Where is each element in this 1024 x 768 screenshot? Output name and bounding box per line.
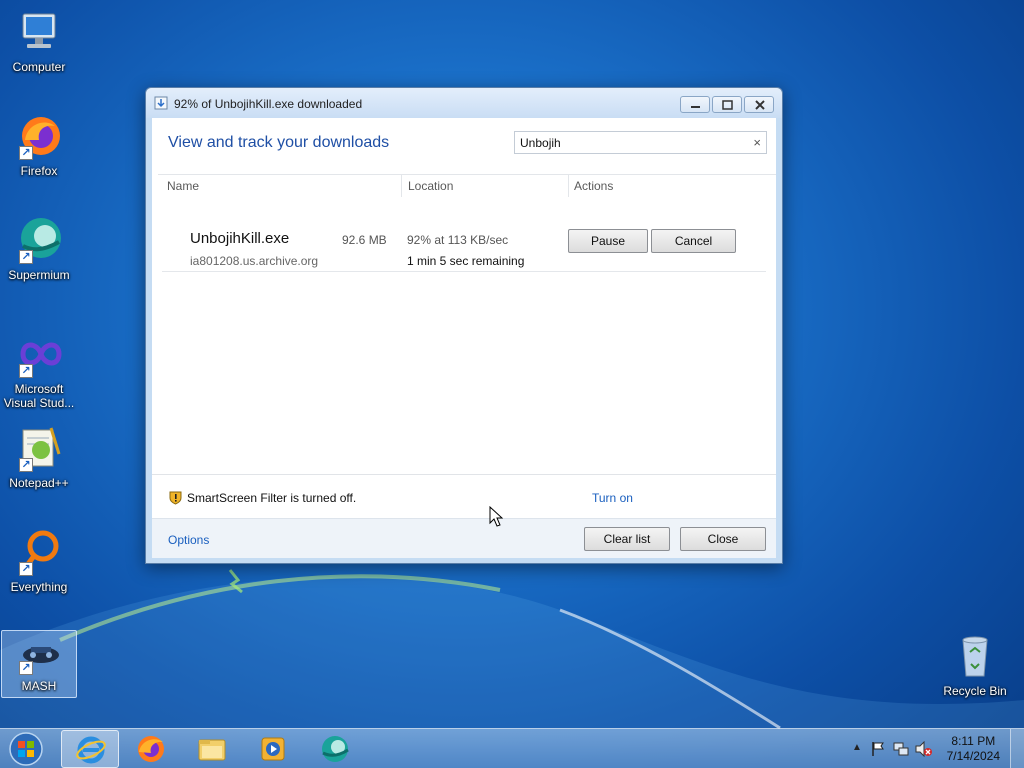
show-hidden-icons-icon[interactable]: ▲ — [852, 742, 862, 753]
firefox-icon — [138, 736, 164, 762]
shortcut-arrow-icon: ↗ — [19, 146, 33, 160]
smartscreen-bar: SmartScreen Filter is turned off. Turn o… — [152, 474, 776, 518]
search-box: × — [514, 131, 767, 154]
column-divider — [568, 175, 569, 197]
shortcut-arrow-icon: ↗ — [19, 458, 33, 472]
desktop-icon-firefox[interactable]: ↗ Firefox — [1, 112, 77, 178]
download-time-remaining: 1 min 5 sec remaining — [407, 254, 525, 268]
desktop-icon-computer[interactable]: Computer — [1, 8, 77, 74]
clock-date: 7/14/2024 — [946, 749, 1000, 763]
column-header-actions[interactable]: Actions — [574, 179, 613, 193]
desktop-icon-notepad-plus-plus[interactable]: ↗ Notepad++ — [1, 424, 77, 490]
panel-heading: View and track your downloads — [168, 134, 390, 151]
desktop-icon-label: Recycle Bin — [943, 684, 1007, 698]
desktop-icon-supermium[interactable]: ↗ Supermium — [1, 216, 77, 282]
maximize-button[interactable] — [712, 96, 742, 113]
download-progress-text: 92% at 113 KB/sec — [407, 233, 509, 247]
desktop-icon-recycle-bin[interactable]: Recycle Bin — [937, 632, 1013, 698]
supermium-icon: ↗ — [15, 216, 63, 264]
smartscreen-status: SmartScreen Filter is turned off. — [187, 491, 357, 505]
download-manager-window: 92% of UnbojihKill.exe downloaded View a… — [145, 87, 783, 564]
notepad-plus-plus-icon: ↗ — [15, 424, 63, 472]
media-player-icon — [261, 737, 285, 761]
windows-start-icon — [9, 732, 43, 766]
desktop-icon-label: Everything — [10, 580, 68, 594]
network-icon[interactable] — [893, 741, 909, 757]
minimize-icon — [691, 106, 700, 108]
mash-icon: ↗ — [15, 637, 63, 675]
downloads-panel: View and track your downloads × Name Loc… — [152, 118, 776, 558]
mouse-cursor-icon — [489, 506, 503, 527]
column-header-location[interactable]: Location — [408, 179, 453, 193]
taskbar: ▲ 8:11 PM 7/14/2024 — [0, 728, 1024, 768]
volume-muted-icon[interactable] — [915, 741, 933, 757]
clear-search-icon[interactable]: × — [753, 135, 761, 150]
clock[interactable]: 8:11 PM 7/14/2024 — [947, 734, 1000, 764]
search-input[interactable] — [515, 132, 735, 153]
options-link[interactable]: Options — [168, 533, 209, 547]
column-header-name[interactable]: Name — [167, 179, 199, 193]
supermium-icon — [322, 736, 349, 762]
column-divider — [401, 175, 402, 197]
cancel-button[interactable]: Cancel — [651, 229, 736, 253]
taskbar-media-player[interactable] — [244, 730, 302, 768]
desktop-icon-visual-studio[interactable]: ↗ Microsoft Visual Stud... — [1, 330, 77, 410]
desktop-icon-everything[interactable]: ↗ Everything — [1, 528, 77, 594]
close-icon — [755, 100, 765, 110]
shortcut-arrow-icon: ↗ — [19, 661, 33, 675]
clock-time: 8:11 PM — [951, 734, 996, 748]
shortcut-arrow-icon: ↗ — [19, 562, 33, 576]
title-bar[interactable]: 92% of UnbojihKill.exe downloaded — [146, 88, 782, 118]
recycle-bin-icon — [951, 632, 999, 680]
taskbar-file-explorer[interactable] — [183, 730, 241, 768]
pause-button[interactable]: Pause — [568, 229, 648, 253]
clear-list-button[interactable]: Clear list — [584, 527, 670, 551]
taskbar-internet-explorer[interactable] — [61, 730, 119, 768]
close-button[interactable]: Close — [680, 527, 766, 551]
start-button[interactable] — [6, 731, 46, 767]
everything-search-icon: ↗ — [15, 528, 63, 576]
shortcut-arrow-icon: ↗ — [19, 364, 33, 378]
taskbar-supermium[interactable] — [306, 730, 364, 768]
download-icon — [154, 96, 168, 110]
desktop-icon-label: MASH — [21, 679, 57, 693]
download-size: 92.6 MB — [342, 233, 387, 247]
footer-bar: Options Clear list Close — [152, 518, 776, 558]
action-center-flag-icon[interactable] — [871, 741, 885, 757]
desktop-icon-label: Notepad++ — [9, 476, 69, 490]
download-filename: UnbojihKill.exe — [190, 230, 290, 247]
file-explorer-icon — [198, 739, 226, 761]
desktop-icon-label: Firefox — [20, 164, 58, 178]
download-row[interactable]: UnbojihKill.exe 92.6 MB ia801208.us.arch… — [162, 214, 766, 272]
desktop-icon-label: Microsoft Visual Stud... — [3, 382, 75, 410]
visual-studio-icon: ↗ — [15, 330, 63, 378]
desktop-icon-label: Computer — [12, 60, 66, 74]
column-header-row: Name Location Actions — [158, 174, 776, 197]
turn-on-link[interactable]: Turn on — [592, 491, 633, 505]
window-title: 92% of UnbojihKill.exe downloaded — [174, 97, 363, 111]
maximize-icon — [722, 100, 733, 110]
close-window-button[interactable] — [744, 96, 774, 113]
computer-icon — [15, 8, 63, 56]
desktop-icon-mash[interactable]: ↗ MASH — [1, 630, 77, 698]
shield-warning-icon — [169, 491, 182, 505]
shortcut-arrow-icon: ↗ — [19, 250, 33, 264]
download-host: ia801208.us.archive.org — [190, 254, 319, 268]
firefox-icon: ↗ — [15, 112, 63, 160]
internet-explorer-icon — [76, 736, 106, 764]
show-desktop-button[interactable] — [1010, 729, 1024, 768]
minimize-button[interactable] — [680, 96, 710, 113]
system-tray: ▲ 8:11 PM 7/14/2024 — [834, 729, 1024, 768]
taskbar-firefox[interactable] — [122, 730, 180, 768]
desktop-icon-label: Supermium — [8, 268, 70, 282]
